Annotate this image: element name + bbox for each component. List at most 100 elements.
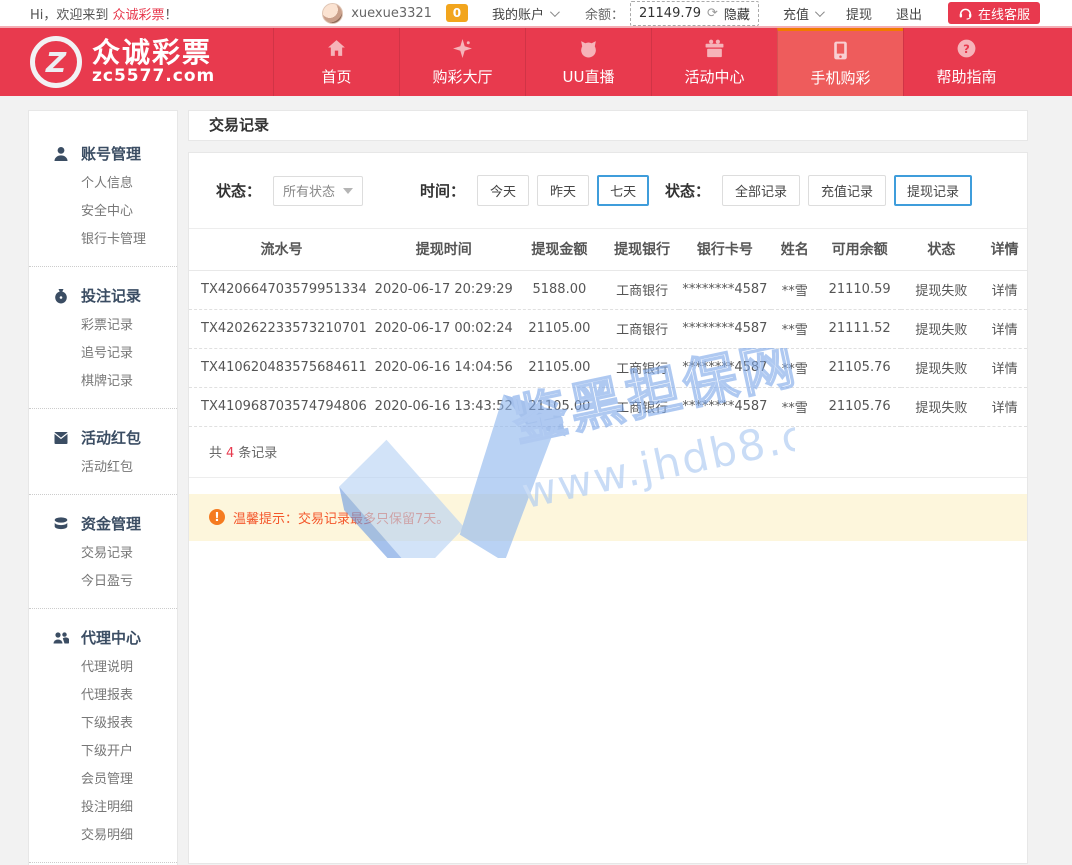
sidebar-item[interactable]: 今日盈亏	[53, 568, 163, 596]
detail-link[interactable]: 详情	[982, 270, 1027, 309]
sidebar-item[interactable]: 代理报表	[53, 682, 163, 710]
sidebar: 账号管理个人信息安全中心银行卡管理投注记录彩票记录追号记录棋牌记录活动红包活动红…	[28, 110, 178, 865]
sidebar-item[interactable]: 活动红包	[53, 454, 163, 482]
sidebar-item[interactable]: 个人信息	[53, 170, 163, 198]
logo-z-icon: Z	[30, 36, 82, 88]
cell-balance: 21105.76	[819, 348, 901, 387]
cell-status: 提现失败	[901, 309, 983, 348]
sidebar-section: 代理中心代理说明代理报表下级报表下级开户会员管理投注明细交易明细	[29, 609, 177, 863]
detail-link[interactable]: 详情	[982, 309, 1027, 348]
sidebar-section: 投注记录彩票记录追号记录棋牌记录	[29, 267, 177, 409]
serial-number-link[interactable]: TX420262233573210701	[189, 309, 374, 348]
column-header: 提现银行	[605, 229, 679, 270]
status-dropdown[interactable]: 所有状态	[273, 176, 363, 206]
status-dropdown-value: 所有状态	[283, 181, 335, 200]
nav-tab-3[interactable]: UU直播	[525, 28, 651, 96]
type-filter-button[interactable]: 全部记录	[722, 175, 800, 206]
sidebar-item[interactable]: 交易明细	[53, 822, 163, 850]
user-icon	[53, 146, 69, 162]
my-account-menu[interactable]: 我的账户	[492, 4, 557, 23]
cell-balance: 21111.52	[819, 309, 901, 348]
sidebar-section-header[interactable]: 活动红包	[53, 419, 163, 454]
notice-text: 温馨提示：交易记录最多只保留7天。	[233, 508, 449, 527]
gift-icon	[704, 38, 725, 60]
sidebar-item[interactable]: 彩票记录	[53, 312, 163, 340]
sidebar-section-title: 代理中心	[81, 627, 141, 648]
time-filter-button[interactable]: 昨天	[537, 175, 589, 206]
user-avatar[interactable]	[322, 3, 343, 24]
logo-text: 众诚彩票 zc5577.com	[92, 38, 215, 85]
type-filter-label: 状态：	[665, 180, 710, 201]
type-filter-button[interactable]: 提现记录	[894, 175, 972, 206]
cell-time: 2020-06-17 00:02:24	[374, 309, 514, 348]
sidebar-sections: 账号管理个人信息安全中心银行卡管理投注记录彩票记录追号记录棋牌记录活动红包活动红…	[29, 125, 177, 865]
my-account-label: 我的账户	[492, 4, 544, 23]
records-panel: 状态： 所有状态 时间： 今天昨天七天 状态： 全部记录充值记录提现记录	[188, 152, 1028, 864]
sidebar-section: 资金管理交易记录今日盈亏	[29, 495, 177, 609]
dropdown-caret-icon	[343, 188, 353, 194]
nav-tabs: 首页购彩大厅UU直播活动中心 手机购彩?帮助指南	[273, 28, 1072, 96]
nav-tab-6[interactable]: ?帮助指南	[903, 28, 1029, 96]
sidebar-section-header[interactable]: 账号管理	[53, 135, 163, 170]
cell-balance: 21110.59	[819, 270, 901, 309]
sidebar-item[interactable]: 银行卡管理	[53, 226, 163, 254]
sidebar-item[interactable]: 代理说明	[53, 654, 163, 682]
nav-tab-1[interactable]: 首页	[273, 28, 399, 96]
table-row: TX4206647035799513342020-06-17 20:29:295…	[189, 270, 1027, 309]
sidebar-item[interactable]: 会员管理	[53, 766, 163, 794]
sidebar-item[interactable]: 棋牌记录	[53, 368, 163, 396]
logo-title: 众诚彩票	[92, 38, 215, 67]
column-header: 提现金额	[513, 229, 605, 270]
sidebar-item[interactable]: 安全中心	[53, 198, 163, 226]
sidebar-section-header[interactable]: 资金管理	[53, 505, 163, 540]
recharge-menu[interactable]: 充值	[783, 4, 822, 23]
welcome-prefix: Hi，欢迎来到	[30, 8, 113, 23]
refresh-icon[interactable]: ⟳	[707, 6, 718, 21]
nav-tab-4[interactable]: 活动中心	[651, 28, 777, 96]
table-row: TX4106204835756846112020-06-16 14:04:562…	[189, 348, 1027, 387]
withdraw-button[interactable]: 提现	[846, 4, 872, 23]
nav-tab-2[interactable]: 购彩大厅	[399, 28, 525, 96]
sidebar-item[interactable]: 下级开户	[53, 738, 163, 766]
type-filter-button[interactable]: 充值记录	[808, 175, 886, 206]
time-filter-button[interactable]: 今天	[477, 175, 529, 206]
time-filter-label: 时间：	[420, 180, 465, 201]
cell-status: 提现失败	[901, 270, 983, 309]
logout-button[interactable]: 退出	[896, 4, 922, 23]
notice-banner: ! 温馨提示：交易记录最多只保留7天。	[189, 494, 1027, 541]
sidebar-item[interactable]: 投注明细	[53, 794, 163, 822]
column-header: 流水号	[189, 229, 374, 270]
column-header: 可用余额	[819, 229, 901, 270]
nav-tab-5[interactable]: 手机购彩	[777, 28, 903, 96]
status-filter-group: 状态： 所有状态	[216, 176, 363, 206]
record-count: 共4条记录	[189, 427, 1027, 478]
logo-domain: zc5577.com	[92, 68, 215, 86]
phone-icon	[830, 39, 851, 61]
site-logo[interactable]: Z 众诚彩票 zc5577.com	[0, 28, 273, 96]
serial-number-link[interactable]: TX410620483575684611	[189, 348, 374, 387]
time-filter-button[interactable]: 七天	[597, 175, 649, 206]
nav-tab-label: 活动中心	[684, 66, 744, 87]
count-prefix: 共	[209, 446, 222, 461]
detail-link[interactable]: 详情	[982, 387, 1027, 426]
sidebar-item[interactable]: 交易记录	[53, 540, 163, 568]
records-table: 流水号提现时间提现金额提现银行银行卡号姓名可用余额状态详情 TX42066470…	[189, 229, 1027, 427]
serial-number-link[interactable]: TX410968703574794806	[189, 387, 374, 426]
sidebar-section: 账号管理个人信息安全中心银行卡管理	[29, 125, 177, 267]
sidebar-section: 活动红包活动红包	[29, 409, 177, 495]
sidebar-item[interactable]: 下级报表	[53, 710, 163, 738]
sidebar-section-header[interactable]: 投注记录	[53, 277, 163, 312]
table-body: TX4206647035799513342020-06-17 20:29:295…	[189, 270, 1027, 426]
serial-number-link[interactable]: TX420664703579951334	[189, 270, 374, 309]
hide-balance-button[interactable]: 隐藏	[724, 4, 750, 23]
detail-link[interactable]: 详情	[982, 348, 1027, 387]
sidebar-section-header[interactable]: 代理中心	[53, 619, 163, 654]
time-filter-group: 时间： 今天昨天七天	[420, 175, 649, 206]
message-count-badge[interactable]: 0	[446, 4, 468, 22]
sidebar-item[interactable]: 追号记录	[53, 340, 163, 368]
balance-box[interactable]: 21149.79 ⟳ 隐藏	[630, 1, 759, 26]
filter-bar: 状态： 所有状态 时间： 今天昨天七天 状态： 全部记录充值记录提现记录	[189, 153, 1027, 229]
table-row: TX4202622335732107012020-06-17 00:02:24 2…	[189, 309, 1027, 348]
customer-service-button[interactable]: 在线客服	[948, 2, 1040, 24]
username[interactable]: xuexue3321	[351, 6, 432, 21]
